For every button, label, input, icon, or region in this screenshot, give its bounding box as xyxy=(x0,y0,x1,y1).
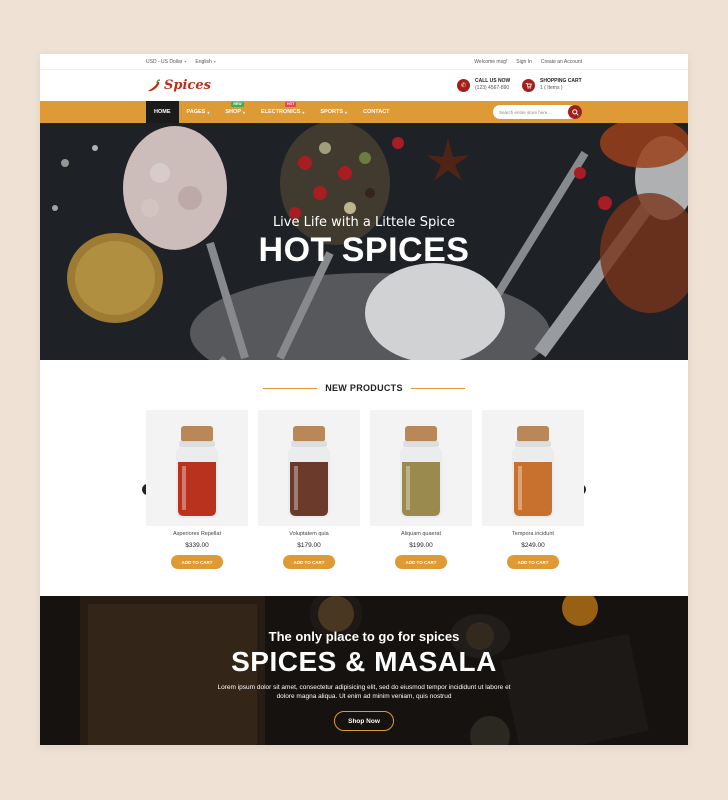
product-image[interactable] xyxy=(370,410,472,526)
product-image[interactable] xyxy=(482,410,584,526)
nav-label: CONTACT xyxy=(363,109,390,115)
language-label: English xyxy=(195,59,212,65)
spice-jar-icon xyxy=(400,426,442,518)
product-card[interactable]: Aliquam quaerat $199.00 ADD TO CART xyxy=(370,410,472,569)
shopping-cart[interactable]: SHOPPING CART 1 ( Items ) xyxy=(522,78,582,92)
call-number: (123) 4567-890 xyxy=(475,85,510,91)
currency-selector[interactable]: USD - US Dollar ▾ xyxy=(146,59,186,65)
nav-label: SHOP xyxy=(225,109,241,115)
divider xyxy=(263,387,318,389)
product-image[interactable] xyxy=(258,410,360,526)
chili-icon xyxy=(148,78,161,91)
product-price: $199.00 xyxy=(409,542,433,549)
product-card[interactable]: Voluptatem quia $179.00 ADD TO CART xyxy=(258,410,360,569)
hero-title: HOT SPICES xyxy=(258,231,470,269)
currency-label: USD - US Dollar xyxy=(146,59,183,65)
chevron-down-icon: ▾ xyxy=(302,109,305,115)
nav-item-pages[interactable]: PAGES ▾ xyxy=(179,101,218,123)
add-to-cart-button[interactable]: ADD TO CART xyxy=(395,555,447,569)
cart-icon xyxy=(522,78,535,92)
spice-jar-icon xyxy=(176,426,218,518)
product-price: $339.00 xyxy=(185,542,209,549)
add-to-cart-button[interactable]: ADD TO CART xyxy=(507,555,559,569)
promo-subtitle: The only place to go for spices xyxy=(268,629,460,644)
product-name[interactable]: Asperiores Repellat xyxy=(146,531,248,537)
nav-item-shop[interactable]: NEW SHOP ▾ xyxy=(217,101,253,123)
promo-banner: The only place to go for spices SPICES &… xyxy=(40,596,688,745)
welcome-message: Welcome msg! xyxy=(474,59,508,65)
product-card[interactable]: Tempora incidunt $249.00 ADD TO CART xyxy=(482,410,584,569)
top-bar: USD - US Dollar ▾ English ▾ Welcome msg! S… xyxy=(40,54,688,70)
section-title-text: NEW PRODUCTS xyxy=(325,383,403,393)
page: USD - US Dollar ▾ English ▾ Welcome msg! S… xyxy=(40,54,688,745)
chevron-down-icon: ▾ xyxy=(184,59,187,64)
nav-label: PAGES xyxy=(186,109,206,115)
product-card[interactable]: Asperiores Repellat $339.00 ADD TO CART xyxy=(146,410,248,569)
product-image[interactable] xyxy=(146,410,248,526)
section-title: NEW PRODUCTS xyxy=(40,383,688,393)
sign-in-link[interactable]: Sign In xyxy=(516,59,532,65)
language-selector[interactable]: English ▾ xyxy=(195,59,215,65)
logo[interactable]: Spices xyxy=(146,78,211,93)
logo-text: Spices xyxy=(164,78,211,93)
chevron-down-icon: ▾ xyxy=(207,109,210,115)
product-price: $249.00 xyxy=(521,542,545,549)
new-products-section: NEW PRODUCTS ‹ › Asperiores Repellat $33… xyxy=(40,360,688,596)
phone-icon: ✆ xyxy=(457,78,470,92)
nav-item-sports[interactable]: SPORTS ▾ xyxy=(312,101,355,123)
chevron-down-icon: ▾ xyxy=(242,109,245,115)
nav-item-home[interactable]: HOME xyxy=(146,101,179,123)
cart-items: 1 ( Items ) xyxy=(540,85,563,91)
product-price: $179.00 xyxy=(297,542,321,549)
nav-item-contact[interactable]: CONTACT xyxy=(355,101,397,123)
search-button[interactable] xyxy=(568,105,582,119)
header: Spices ✆ CALL US NOW (123) 4567-890 SHOP… xyxy=(40,70,688,101)
search-input[interactable]: Search entire store here... xyxy=(499,110,568,115)
nav-label: SPORTS xyxy=(320,109,344,115)
create-account-link[interactable]: Create an Account xyxy=(541,59,582,65)
add-to-cart-button[interactable]: ADD TO CART xyxy=(171,555,223,569)
nav-label: ELECTRONICS xyxy=(260,109,301,115)
call-us-block: ✆ CALL US NOW (123) 4567-890 xyxy=(457,78,510,92)
promo-title: SPICES & MASALA xyxy=(231,646,497,677)
new-badge: NEW xyxy=(231,102,244,107)
search-box[interactable]: Search entire store here... xyxy=(493,105,582,119)
hot-badge: HOT xyxy=(284,102,297,107)
add-to-cart-button[interactable]: ADD TO CART xyxy=(283,555,335,569)
spice-jar-icon xyxy=(512,426,554,518)
shop-now-button[interactable]: Shop Now xyxy=(334,711,394,731)
divider xyxy=(410,387,465,389)
search-icon xyxy=(571,108,579,116)
product-name[interactable]: Aliquam quaerat xyxy=(370,531,472,537)
main-nav: HOME PAGES ▾ NEW SHOP ▾ HOT ELECTRONICS ▾ SPO… xyxy=(40,101,688,123)
promo-description: Lorem ipsum dolor sit amet, consectetur … xyxy=(217,684,511,700)
nav-item-electronics[interactable]: HOT ELECTRONICS ▾ xyxy=(253,101,312,123)
call-title: CALL US NOW xyxy=(475,78,511,84)
nav-label: HOME xyxy=(154,109,171,115)
hero-subtitle: Live Life with a Littele Spice xyxy=(272,215,456,230)
hero-banner[interactable]: Live Life with a Littele Spice HOT SPICE… xyxy=(40,123,688,360)
product-name[interactable]: Voluptatem quia xyxy=(258,531,360,537)
product-name[interactable]: Tempora incidunt xyxy=(482,531,584,537)
spice-jar-icon xyxy=(288,426,330,518)
cart-title: SHOPPING CART xyxy=(540,78,582,84)
chevron-down-icon: ▾ xyxy=(345,109,348,115)
chevron-down-icon: ▾ xyxy=(213,59,216,64)
